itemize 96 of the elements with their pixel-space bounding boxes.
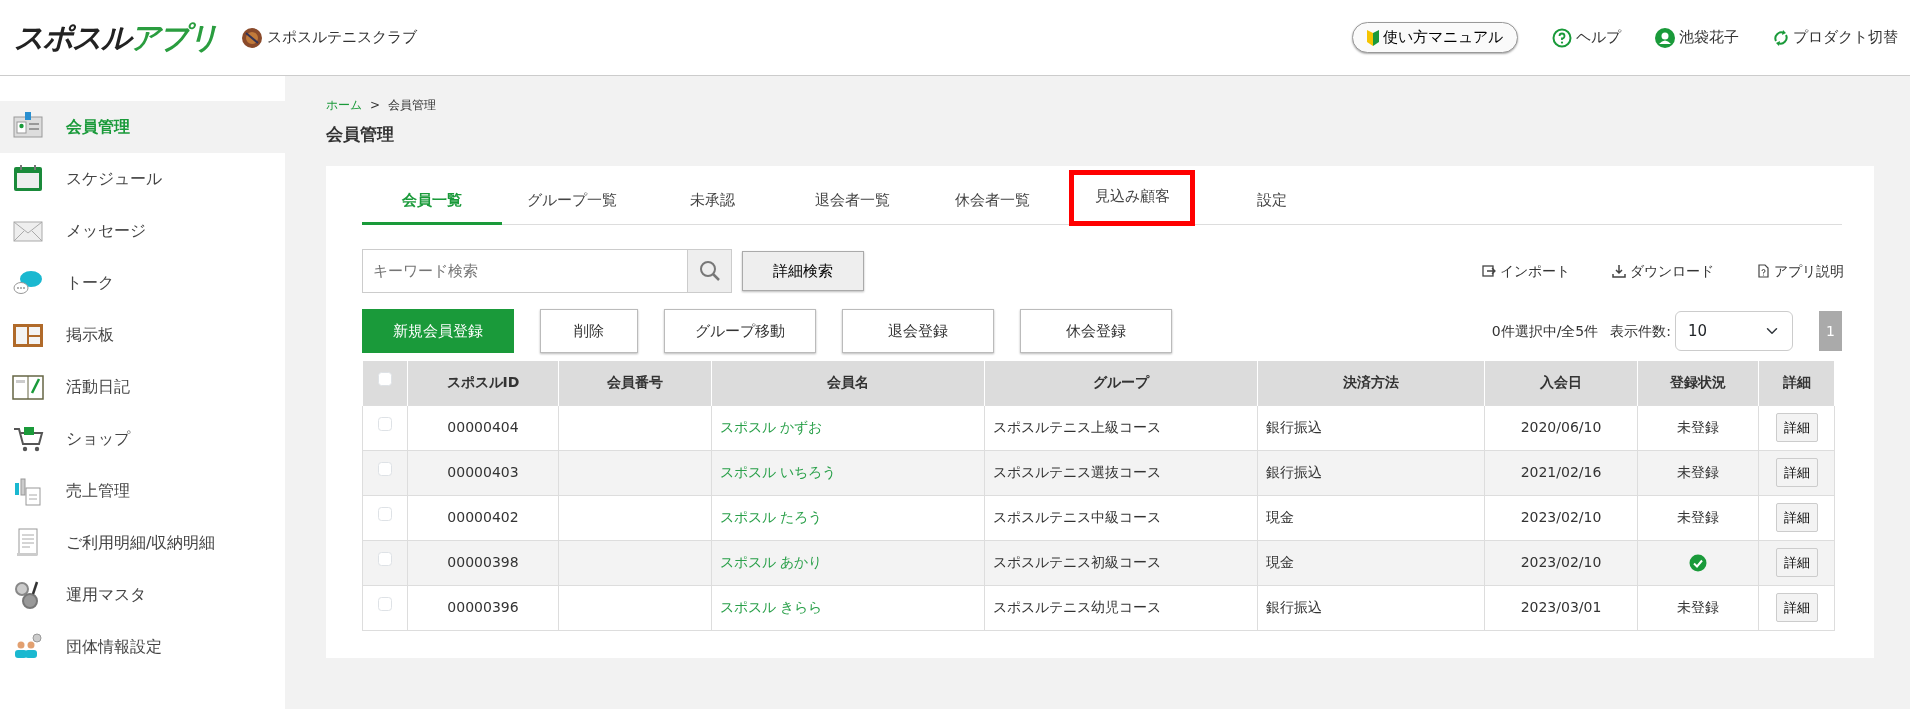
column-header: 登録状況 [1637,361,1759,405]
sidebar-item[interactable]: スケジュール [0,153,285,205]
member-name-link[interactable]: スポスル きらら [720,599,823,615]
page-title: 会員管理 [326,124,395,146]
help-link[interactable]: ヘルプ [1552,26,1621,49]
sidebar-item[interactable]: 掲示板 [0,309,285,361]
manual-button[interactable]: 使い方マニュアル [1352,22,1518,53]
column-header: 詳細 [1758,361,1835,405]
table-cell: 現金 [1266,554,1294,570]
user-menu[interactable]: 池袋花子 [1655,26,1739,49]
select-all-checkbox[interactable] [378,372,392,387]
table-cell: 2020/06/10 [1520,419,1602,435]
tab[interactable]: 休会者一覧 [922,178,1062,225]
status-text: 未登録 [1677,419,1719,435]
table-cell: 00000396 [447,599,519,615]
column-header: スポスルID [407,361,559,405]
column-header: 会員番号 [558,361,712,405]
table-cell: スポスルテニス選抜コース [993,464,1161,480]
table-cell: スポスルテニス初級コース [993,554,1161,570]
beginner-mark-icon [1367,29,1379,46]
club-name: スポスルテニスクラブ [267,27,417,49]
tab[interactable]: 会員一覧 [362,178,502,225]
sidebar-item[interactable]: 運用マスタ [0,569,285,621]
club-emblem-icon [241,26,263,49]
search-icon [698,260,721,282]
table-cell: 00000402 [447,509,519,525]
table-cell: 2023/03/01 [1520,599,1602,615]
row-checkbox[interactable] [378,462,392,476]
page-size-select[interactable]: 10 [1675,311,1793,351]
download-icon [1612,264,1626,278]
page-size-label: 表示件数: [1610,321,1671,341]
tab[interactable]: 設定 [1202,178,1342,225]
detail-button[interactable]: 詳細 [1775,502,1818,533]
sidebar-item[interactable]: ショップ [0,413,285,465]
toolbar-link[interactable]: ダウンロード [1612,260,1714,282]
breadcrumb-separator: > [370,97,381,114]
search-button[interactable] [687,249,732,293]
toolbar-link[interactable]: インポート [1482,260,1570,282]
app-logo: スポスルアプリ [14,19,217,57]
table-cell: スポスルテニス中級コース [993,509,1161,525]
row-checkbox[interactable] [378,597,392,611]
sidebar-item[interactable]: 売上管理 [0,465,285,517]
table-cell: 2023/02/10 [1520,509,1602,525]
toolbar-link[interactable]: アプリ説明 [1756,260,1844,282]
tab[interactable]: 退会者一覧 [782,178,922,225]
table-cell: 00000404 [447,419,519,435]
product-switch-link[interactable]: プロダクト切替 [1773,26,1898,49]
table-cell: 00000403 [447,464,519,480]
sidebar-item[interactable]: 活動日記 [0,361,285,413]
table-cell: スポスルテニス上級コース [993,419,1161,435]
table-cell: 銀行振込 [1266,464,1322,480]
table-cell: スポスルテニス幼児コース [993,599,1161,615]
table-cell: 銀行振込 [1266,419,1322,435]
detail-button[interactable]: 詳細 [1775,457,1818,488]
table-cell: 2023/02/10 [1520,554,1602,570]
status-text: 未登録 [1677,599,1719,615]
document-help-icon [1756,264,1770,278]
keyword-search-field[interactable]: キーワード検索 [362,249,687,293]
import-icon [1482,264,1496,278]
action-button[interactable]: グループ移動 [664,309,816,353]
sidebar-item[interactable]: 団体情報設定 [0,621,285,673]
row-checkbox[interactable] [378,507,392,521]
table-cell: 銀行振込 [1266,599,1322,615]
column-header: 決済方法 [1257,361,1485,405]
tab[interactable]: 見込み顧客 [1071,172,1193,224]
member-name-link[interactable]: スポスル たろう [720,509,823,525]
advanced-search-button[interactable]: 詳細検索 [742,251,864,291]
action-button[interactable]: 退会登録 [842,309,994,353]
sidebar-item[interactable]: メッセージ [0,205,285,257]
status-text: 未登録 [1677,509,1719,525]
user-icon [1655,27,1675,48]
table-cell: 現金 [1266,509,1294,525]
refresh-icon [1773,28,1789,47]
row-checkbox[interactable] [378,417,392,431]
sidebar-item[interactable]: トーク [0,257,285,309]
help-icon [1552,27,1572,48]
column-header: 会員名 [711,361,985,405]
table-cell: 2021/02/16 [1520,464,1602,480]
row-checkbox[interactable] [378,552,392,566]
column-header: グループ [984,361,1258,405]
action-button[interactable]: 休会登録 [1020,309,1172,353]
tab[interactable]: 未承認 [642,178,782,225]
column-header: 入会日 [1484,361,1638,405]
status-text: 未登録 [1677,464,1719,480]
detail-button[interactable]: 詳細 [1775,547,1818,578]
selection-count: 0件選択中/全5件 [1491,321,1599,341]
detail-button[interactable]: 詳細 [1775,412,1818,443]
detail-button[interactable]: 詳細 [1775,592,1818,623]
action-button[interactable]: 新規会員登録 [362,309,514,353]
tab[interactable]: グループ一覧 [502,178,642,225]
table-cell: 00000398 [447,554,519,570]
sales-chart-icon [12,475,44,507]
member-name-link[interactable]: スポスル かずお [720,419,823,435]
breadcrumb-current: 会員管理 [388,97,437,114]
action-button[interactable]: 削除 [540,309,638,353]
sidebar-item[interactable]: ご利用明細/収納明細 [0,517,285,569]
